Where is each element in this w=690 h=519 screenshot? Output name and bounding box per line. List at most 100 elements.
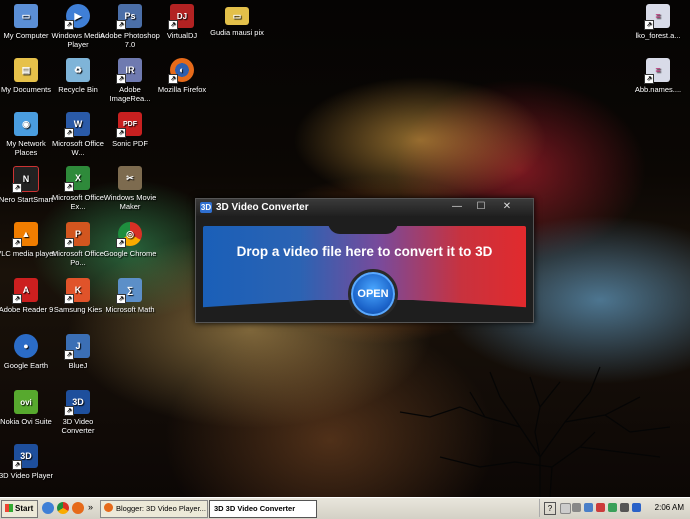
taskbar-button-3d-video-converter[interactable]: 3D 3D Video Converter bbox=[209, 500, 317, 518]
shortcut-arrow-icon: ↗ bbox=[64, 128, 74, 138]
desktop-icon-label: BlueJ bbox=[68, 361, 88, 370]
quicklaunch-expand-icon[interactable]: » bbox=[88, 502, 93, 512]
taskbar-button-blogger[interactable]: Blogger: 3D Video Player... bbox=[100, 500, 208, 518]
icon-glyph: ≡ bbox=[655, 64, 661, 75]
tray-arrow-icon[interactable] bbox=[560, 503, 571, 514]
3d-logo-icon: 3D ↗ bbox=[12, 444, 38, 470]
start-button[interactable]: Start bbox=[1, 500, 38, 518]
quicklaunch-firefox-icon[interactable] bbox=[72, 502, 84, 514]
window-titlebar[interactable]: 3D 3D Video Converter — ☐ ✕ bbox=[196, 199, 533, 216]
desktop-icon-label: Sonic PDF bbox=[112, 139, 148, 148]
desktop-icon-label: Microsoft Math bbox=[105, 305, 155, 314]
icon-glyph: IR bbox=[125, 64, 135, 75]
icon-glyph: X bbox=[74, 172, 81, 183]
nokia-ovi-icon: ovi bbox=[14, 390, 38, 414]
desktop-icon-abb-names[interactable]: ≡ ↗ Abb.names.... bbox=[626, 58, 690, 94]
chrome-icon: ◎ ↗ bbox=[116, 222, 142, 248]
virtualdj-icon: DJ ↗ bbox=[168, 4, 194, 30]
desktop-icon-label: 3D Video Converter bbox=[61, 417, 95, 435]
icon-glyph: K bbox=[74, 284, 82, 295]
desktop-icon-label: Windows Movie Maker bbox=[103, 193, 157, 211]
nero-icon: N ↗ bbox=[12, 166, 39, 193]
desktop-icon-bluej[interactable]: J ↗ BlueJ bbox=[46, 334, 110, 370]
desktop-icon-label: Google Chrome bbox=[103, 249, 157, 258]
desktop-icon-firefox[interactable]: ◐ ↗ Mozilla Firefox bbox=[150, 58, 214, 94]
icon-glyph: P bbox=[74, 228, 81, 239]
imageready-icon: IR ↗ bbox=[116, 58, 142, 84]
quicklaunch-media-icon[interactable] bbox=[42, 502, 54, 514]
desktop-icon-lko-forest[interactable]: ≡ ↗ lko_forest.a... bbox=[626, 4, 690, 40]
documents-folder-icon: ▤ bbox=[14, 58, 38, 82]
icon-glyph: J bbox=[75, 340, 81, 351]
task-label: Blogger: 3D Video Player... bbox=[116, 504, 206, 513]
document-file-icon: ≡ ↗ bbox=[644, 4, 670, 30]
panel-notch bbox=[328, 222, 398, 234]
desktop-icon-3d-video-player[interactable]: 3D ↗ 3D Video Player bbox=[0, 444, 58, 480]
desktop-icon-label: lko_forest.a... bbox=[635, 31, 681, 40]
desktop-icon-gudia-mausi-pix[interactable]: ▭ Gudia mausi pix bbox=[205, 4, 269, 37]
desktop-icon-google-chrome[interactable]: ◎ ↗ Google Chrome bbox=[98, 222, 162, 258]
3d-logo-icon: 3D ↗ bbox=[64, 390, 90, 416]
network-icon: ◉ bbox=[14, 112, 38, 136]
desktop-icon-label: Abb.names.... bbox=[634, 85, 682, 94]
minimize-button[interactable]: — bbox=[446, 201, 468, 214]
taskbar: Start » Blogger: 3D Video Player... 3D 3… bbox=[0, 497, 690, 519]
close-button[interactable]: ✕ bbox=[496, 201, 518, 214]
3d-logo-icon: 3D bbox=[200, 202, 212, 213]
desktop: ▭ My Computer ▤ My Documents ◉ My Networ… bbox=[0, 0, 690, 497]
firefox-icon: ◐ ↗ bbox=[168, 58, 194, 84]
computer-icon: ▭ bbox=[14, 4, 38, 28]
maximize-button[interactable]: ☐ bbox=[470, 201, 492, 214]
desktop-icon-label: 3D Video Player bbox=[0, 471, 54, 480]
icon-glyph: ▶ bbox=[74, 10, 82, 21]
clock[interactable]: 2:06 AM bbox=[655, 503, 684, 512]
shortcut-arrow-icon: ↗ bbox=[644, 74, 654, 84]
quicklaunch-chrome-icon[interactable] bbox=[57, 502, 69, 514]
shortcut-arrow-icon: ↗ bbox=[64, 182, 74, 192]
document-file-icon: ≡ ↗ bbox=[644, 58, 670, 84]
shortcut-arrow-icon: ↗ bbox=[12, 183, 22, 193]
desktop-icon-3d-video-converter[interactable]: 3D ↗ 3D Video Converter bbox=[46, 390, 110, 435]
drop-instruction: Drop a video file here to convert it to … bbox=[236, 244, 493, 259]
shortcut-arrow-icon: ↗ bbox=[64, 20, 74, 30]
shortcut-arrow-icon: ↗ bbox=[64, 294, 74, 304]
pdf-icon: PDF ↗ bbox=[116, 112, 142, 138]
3d-video-converter-window[interactable]: 3D 3D Video Converter — ☐ ✕ Drop a video… bbox=[195, 198, 534, 323]
icon-glyph: ◎ bbox=[126, 228, 134, 239]
shortcut-arrow-icon: ↗ bbox=[64, 406, 74, 416]
vlc-cone-icon: ▲ ↗ bbox=[12, 222, 38, 248]
tray-shield-icon[interactable] bbox=[620, 503, 629, 512]
shortcut-arrow-icon: ↗ bbox=[64, 350, 74, 360]
desktop-icon-movie-maker[interactable]: ✂ Windows Movie Maker bbox=[98, 166, 162, 211]
powerpoint-icon: P ↗ bbox=[64, 222, 90, 248]
icon-glyph: Ps bbox=[124, 10, 136, 21]
media-player-icon: ▶ ↗ bbox=[64, 4, 90, 30]
shortcut-arrow-icon: ↗ bbox=[168, 74, 178, 84]
shortcut-arrow-icon: ↗ bbox=[168, 20, 178, 30]
desktop-icon-sonic-pdf[interactable]: PDF ↗ Sonic PDF bbox=[98, 112, 162, 148]
tray-security-icon[interactable] bbox=[596, 503, 605, 512]
shortcut-arrow-icon: ↗ bbox=[116, 238, 126, 248]
tray-network-icon[interactable] bbox=[584, 503, 593, 512]
tray-sync-icon[interactable] bbox=[608, 503, 617, 512]
icon-glyph: ∑ bbox=[126, 284, 134, 295]
windows-flag-icon bbox=[5, 504, 13, 512]
photoshop-eye-icon: Ps ↗ bbox=[116, 4, 142, 30]
icon-glyph: ▲ bbox=[21, 228, 31, 239]
recycle-bin-icon: ♻ bbox=[66, 58, 90, 82]
calculator-icon: ∑ ↗ bbox=[116, 278, 142, 304]
shortcut-arrow-icon: ↗ bbox=[12, 294, 22, 304]
tray-bluetooth-icon[interactable] bbox=[632, 503, 641, 512]
excel-icon: X ↗ bbox=[64, 166, 90, 192]
samsung-kies-icon: K ↗ bbox=[64, 278, 90, 304]
shortcut-arrow-icon: ↗ bbox=[644, 20, 654, 30]
window-title: 3D Video Converter bbox=[216, 202, 309, 213]
desktop-icon-microsoft-math[interactable]: ∑ ↗ Microsoft Math bbox=[98, 278, 162, 314]
open-button[interactable]: OPEN bbox=[348, 269, 398, 319]
google-earth-icon: ● bbox=[14, 334, 38, 358]
system-tray: ? 2:06 AM bbox=[539, 499, 690, 517]
drop-zone[interactable]: Drop a video file here to convert it to … bbox=[203, 222, 526, 319]
help-icon[interactable]: ? bbox=[544, 502, 556, 515]
tray-volume-icon[interactable] bbox=[572, 503, 581, 512]
shortcut-arrow-icon: ↗ bbox=[12, 238, 22, 248]
